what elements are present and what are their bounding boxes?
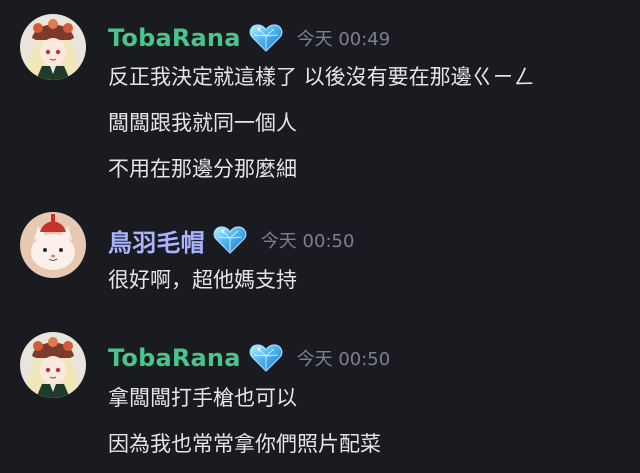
anime-girl-avatar-icon[interactable] (20, 14, 86, 80)
cat-avatar-icon[interactable] (20, 212, 86, 278)
username[interactable]: TobaRana (108, 24, 241, 52)
message-text: 拿闆闆打手槍也可以 (108, 386, 297, 410)
message-header: TobaRana 今天 00:49 (108, 22, 390, 54)
timestamp[interactable]: 今天 00:50 (261, 227, 355, 253)
message-text: 不用在那邊分那麼細 (108, 157, 297, 181)
message-header: 鳥羽毛帽 今天 00:50 (108, 223, 355, 258)
username[interactable]: TobaRana (108, 344, 241, 372)
anime-girl-avatar-icon[interactable] (20, 332, 86, 398)
blue-heart-crystal-icon[interactable] (249, 343, 283, 373)
blue-heart-crystal-icon[interactable] (213, 225, 247, 255)
username[interactable]: 鳥羽毛帽 (108, 223, 205, 258)
message-text: 因為我也常常拿你們照片配菜 (108, 432, 381, 456)
message-text: 闆闆跟我就同一個人 (108, 111, 297, 135)
message-header: TobaRana 今天 00:50 (108, 342, 390, 374)
chat-log: TobaRana 今天 00:49 反正我決定就這樣了 以後沒有要在那邊ㄍㄧㄥ … (0, 0, 640, 473)
timestamp[interactable]: 今天 00:50 (297, 345, 391, 371)
message-text: 很好啊，超他媽支持 (108, 268, 297, 292)
blue-heart-crystal-icon[interactable] (249, 23, 283, 53)
message-text: 反正我決定就這樣了 以後沒有要在那邊ㄍㄧㄥ (108, 65, 535, 89)
timestamp[interactable]: 今天 00:49 (297, 25, 391, 51)
